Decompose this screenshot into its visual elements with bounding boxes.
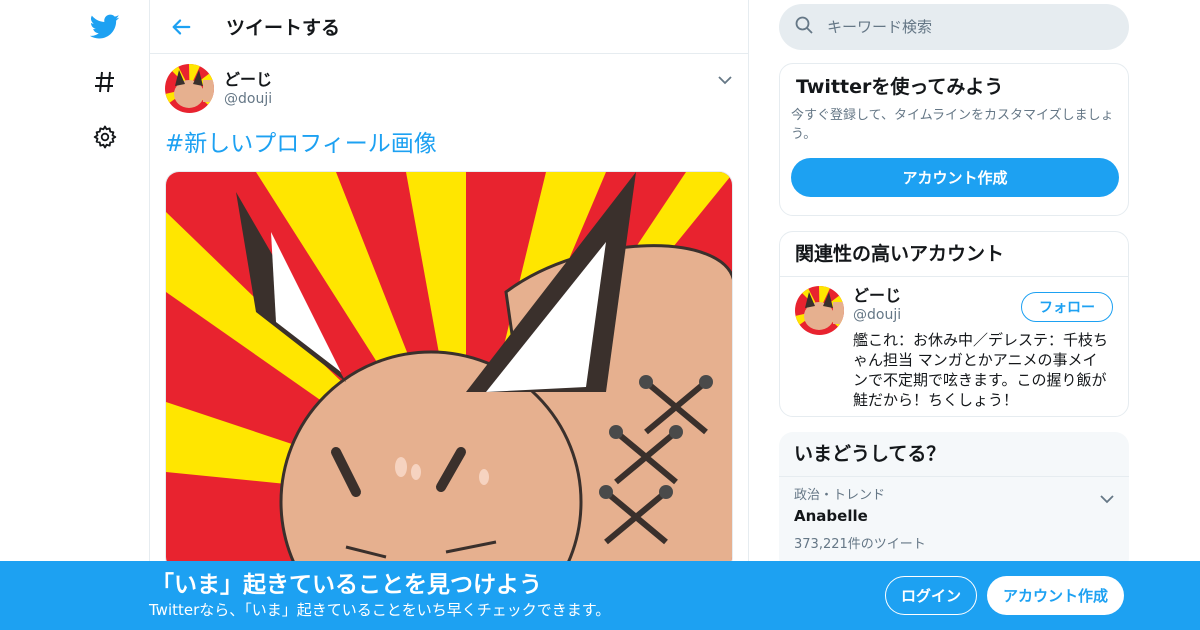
right-column: Twitterを使ってみよう 今すぐ登録して、タイムラインをカスタマイズしましょ… <box>779 0 1129 572</box>
signup-card: Twitterを使ってみよう 今すぐ登録して、タイムラインをカスタマイズしましょ… <box>779 63 1129 216</box>
author-text: どーじ @douji <box>224 70 272 108</box>
chevron-down-icon[interactable] <box>718 70 732 89</box>
page-title: ツイートする <box>226 17 341 39</box>
main-header: ツイートする <box>150 0 748 54</box>
related-accounts-header: 関連性の高いアカウント <box>780 232 1128 277</box>
trends-card: いまどうしてる？ 政治・トレンド Anabelle 373,221件のツイート <box>779 432 1129 572</box>
trend-category: 政治・トレンド <box>794 488 886 503</box>
related-account-item[interactable]: どーじ @douji 艦これ：お休み中／デレステ：千枝ちゃん担当 マンガとかアニ… <box>780 277 1128 419</box>
trends-header: いまどうしてる？ <box>779 432 1129 477</box>
related-accounts-card: 関連性の高いアカウント どーじ @douji 艦これ：お休み中／デレステ：千枝ち… <box>779 231 1129 417</box>
page: ツイートする どーじ @douji #新しいプロフィール画像 キーワード検索 T… <box>0 0 1200 630</box>
author-handle[interactable]: @douji <box>224 90 272 108</box>
trends-title: いまどうしてる？ <box>794 443 946 465</box>
signup-card-desc: 今すぐ登録して、タイムラインをカスタマイズしましょう。 <box>791 108 1114 142</box>
author-name[interactable]: どーじ <box>224 70 272 90</box>
search-box[interactable] <box>779 4 1129 50</box>
follow-button[interactable]: フォロー <box>1021 292 1113 322</box>
trend-item[interactable]: 政治・トレンド Anabelle 373,221件のツイート <box>779 477 1129 562</box>
back-arrow-icon[interactable] <box>166 12 196 42</box>
hashtag-link[interactable]: #新しいプロフィール画像 <box>165 129 732 159</box>
related-accounts-title: 関連性の高いアカウント <box>795 243 1005 265</box>
search-icon <box>795 16 813 38</box>
gear-icon[interactable] <box>85 117 125 157</box>
signup-card-title: Twitterを使ってみよう <box>796 76 1004 98</box>
login-button[interactable]: ログイン <box>885 576 977 615</box>
search-input[interactable] <box>827 18 1087 36</box>
banner-create-account-button[interactable]: アカウント作成 <box>987 576 1124 615</box>
avatar[interactable] <box>165 64 214 113</box>
tweet-author[interactable]: どーじ @douji <box>165 64 732 113</box>
related-account-bio: 艦これ：お休み中／デレステ：千枝ちゃん担当 マンガとかアニメの事メインで不定期で… <box>853 331 1109 409</box>
hashtag-icon[interactable] <box>85 62 125 102</box>
banner-subtitle: Twitterなら、「いま」起きていることをいち早くチェックできます。 <box>149 601 611 619</box>
trend-name[interactable]: Anabelle <box>794 505 1114 527</box>
tweet-image[interactable] <box>165 171 733 571</box>
trend-count: 373,221件のツイート <box>794 537 926 552</box>
avatar[interactable] <box>795 286 844 335</box>
chevron-down-icon[interactable] <box>1100 489 1114 508</box>
tweet: どーじ @douji #新しいプロフィール画像 <box>150 54 748 571</box>
main-column: ツイートする どーじ @douji #新しいプロフィール画像 <box>149 0 749 630</box>
signup-banner: 「いま」起きていることを見つけよう Twitterなら、「いま」起きていることを… <box>0 561 1200 630</box>
create-account-button[interactable]: アカウント作成 <box>791 158 1119 197</box>
twitter-bird-icon[interactable] <box>85 7 125 47</box>
banner-title: 「いま」起きていることを見つけよう <box>151 572 542 598</box>
